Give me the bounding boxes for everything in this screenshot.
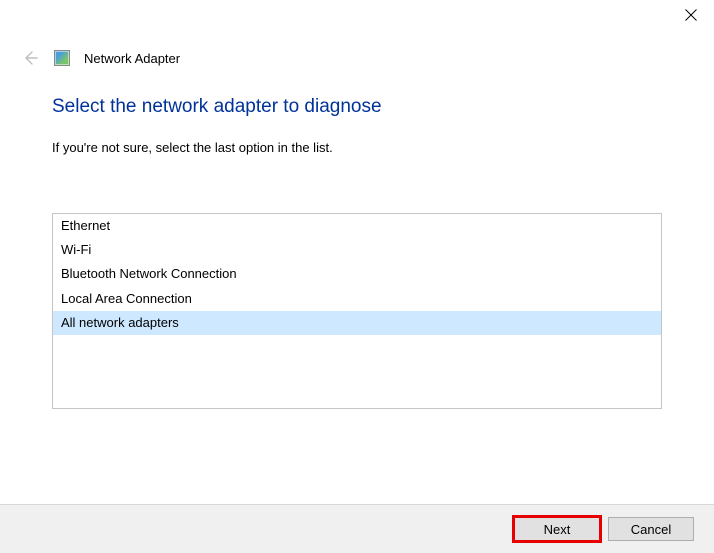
list-item[interactable]: All network adapters bbox=[53, 311, 661, 335]
network-adapter-icon bbox=[54, 50, 70, 66]
page-heading: Select the network adapter to diagnose bbox=[52, 96, 662, 118]
back-button[interactable] bbox=[20, 48, 40, 68]
close-icon bbox=[685, 9, 697, 21]
app-title: Network Adapter bbox=[84, 51, 180, 66]
list-item[interactable]: Ethernet bbox=[53, 214, 661, 238]
list-item[interactable]: Bluetooth Network Connection bbox=[53, 262, 661, 286]
cancel-button[interactable]: Cancel bbox=[608, 517, 694, 541]
close-button[interactable] bbox=[668, 0, 714, 30]
list-item[interactable]: Local Area Connection bbox=[53, 287, 661, 311]
list-item[interactable]: Wi-Fi bbox=[53, 238, 661, 262]
arrow-left-icon bbox=[21, 49, 39, 67]
titlebar bbox=[0, 0, 714, 36]
page-subtext: If you're not sure, select the last opti… bbox=[52, 140, 662, 155]
next-button[interactable]: Next bbox=[514, 517, 600, 541]
wizard-footer: Next Cancel bbox=[0, 504, 714, 553]
adapter-listbox[interactable]: Ethernet Wi-Fi Bluetooth Network Connect… bbox=[52, 213, 662, 409]
wizard-content: Select the network adapter to diagnose I… bbox=[0, 68, 714, 409]
wizard-header: Network Adapter bbox=[0, 36, 714, 68]
